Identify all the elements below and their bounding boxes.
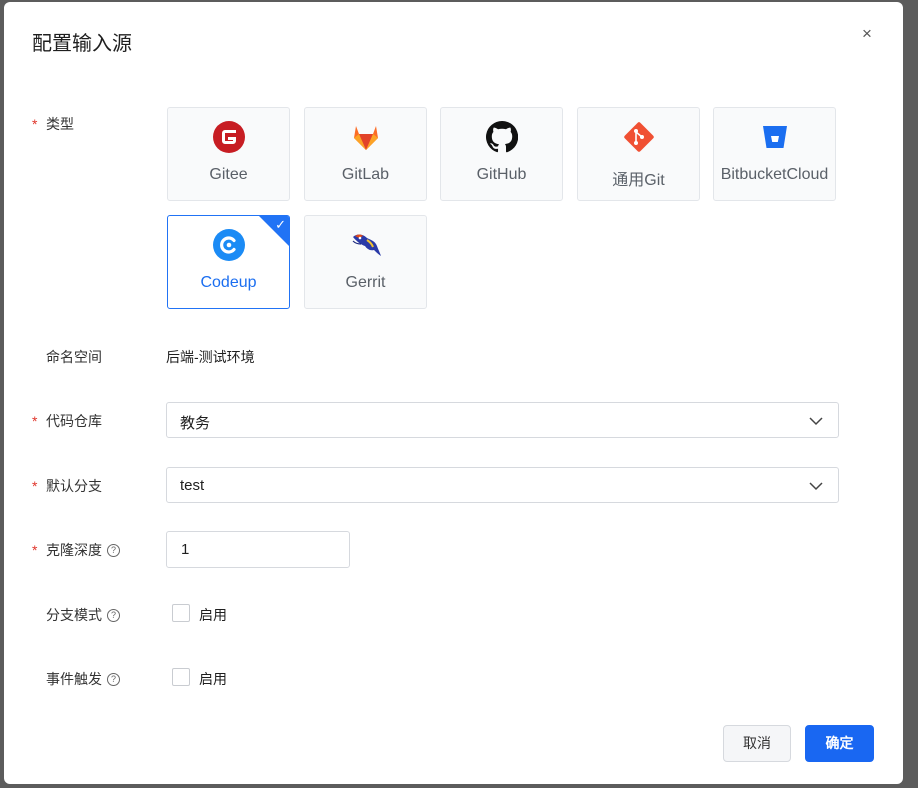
depth-input-value: 1 [181,541,190,558]
type-option-name: Codeup [200,274,257,291]
namespace-label: 命名空间 [46,349,102,365]
type-option-gerrit[interactable]: Gerrit [304,215,427,309]
type-option-name: GitHub [476,166,527,183]
type-label: 类型 [46,116,74,132]
depth-label: 克隆深度 [46,542,102,558]
type-option-gitee[interactable]: Gitee [167,107,290,201]
help-icon[interactable]: ? [107,608,120,622]
type-option-name: Gerrit [345,274,386,291]
type-option-name: GitLab [341,166,390,183]
git-icon [622,120,656,154]
namespace-label-row: 命名空间 [32,347,102,367]
type-option-name: Gitee [209,166,248,183]
chevron-down-icon [809,417,823,426]
type-option-github[interactable]: GitHub [440,107,563,201]
event-trigger-label-row: 事件触发 ? [32,669,120,689]
check-icon: ✓ [275,217,286,232]
config-input-source-dialog: 配置输入源 × * 类型 Gitee GitLab GitHub 通用Git B… [4,2,903,784]
branch-select[interactable]: test [166,467,839,503]
repo-label: 代码仓库 [46,413,102,429]
gitlab-icon [349,120,383,154]
event-trigger-label: 事件触发 [46,671,102,687]
type-option-name: BitbucketCloud [720,166,829,183]
repo-select-value: 教务 [180,415,211,432]
type-option-codeup[interactable]: ✓ Codeup [167,215,290,309]
depth-label-row: * 克隆深度 ? [32,540,120,560]
repo-select[interactable]: 教务 [166,402,839,438]
gerrit-icon [349,228,383,262]
branch-mode-checkbox-label[interactable]: 启用 [199,605,227,625]
cancel-button[interactable]: 取消 [723,725,791,762]
chevron-down-icon [809,482,823,491]
close-icon[interactable]: × [857,24,877,44]
branch-label-row: * 默认分支 [32,478,102,494]
branch-label: 默认分支 [46,478,102,494]
namespace-value: 后端-测试环境 [166,349,255,365]
github-icon [485,120,519,154]
type-option-bitbucket[interactable]: BitbucketCloud [713,107,836,201]
branch-select-value: test [180,477,205,494]
codeup-icon [212,228,246,262]
event-trigger-checkbox[interactable] [172,668,190,686]
type-label-row: * 类型 [32,116,74,132]
repo-label-row: * 代码仓库 [32,413,102,429]
confirm-button[interactable]: 确定 [805,725,874,762]
bitbucket-icon [758,120,792,154]
depth-input[interactable]: 1 [166,531,350,568]
branch-mode-checkbox[interactable] [172,604,190,622]
type-option-gitlab[interactable]: GitLab [304,107,427,201]
help-icon[interactable]: ? [107,672,120,686]
type-option-generic-git[interactable]: 通用Git [577,107,700,201]
help-icon[interactable]: ? [107,543,120,557]
dialog-title: 配置输入源 [32,33,132,55]
branch-mode-label-row: 分支模式 ? [32,605,120,625]
gitee-icon [212,120,246,154]
branch-mode-label: 分支模式 [46,607,102,623]
type-option-name: 通用Git [612,172,665,189]
event-trigger-checkbox-label[interactable]: 启用 [199,669,227,689]
